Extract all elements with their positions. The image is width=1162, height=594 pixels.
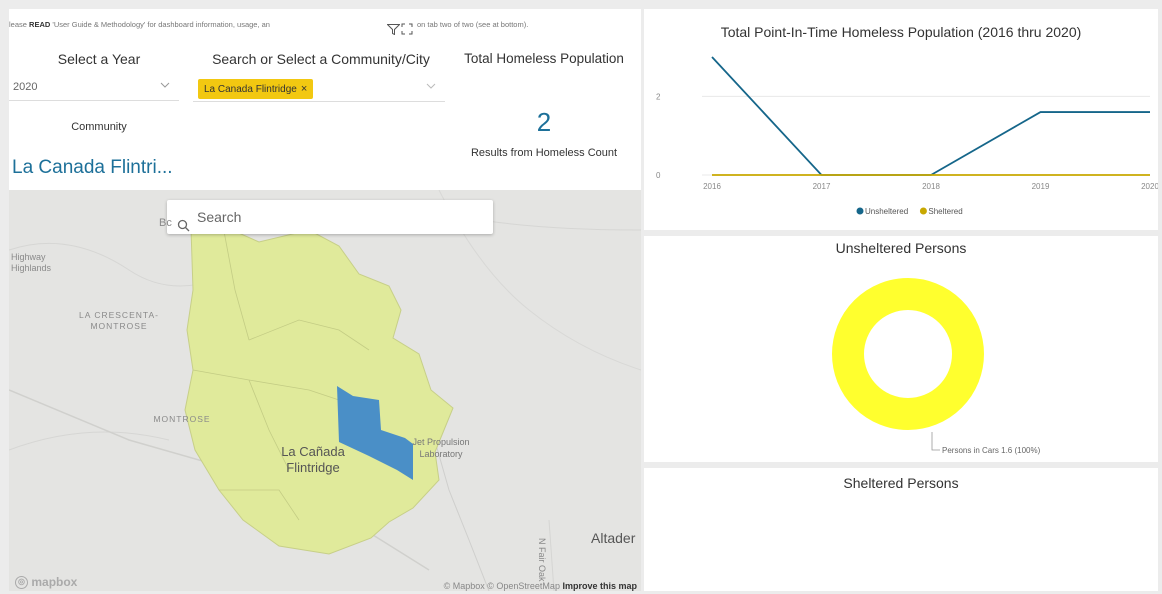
donut-slice[interactable] xyxy=(832,278,984,430)
community-slicer-title: Search or Select a Community/City xyxy=(212,51,430,67)
sheltered-chart-title: Sheltered Persons xyxy=(843,475,959,491)
legend-marker xyxy=(856,207,864,215)
chevron-down-icon xyxy=(159,79,171,94)
search-icon xyxy=(177,210,190,244)
x-tick-label: 2016 xyxy=(703,182,721,191)
x-tick-label: 2019 xyxy=(1032,182,1050,191)
mapbox-logo-text: mapbox xyxy=(31,574,78,589)
mapbox-logo[interactable]: ◎ mapbox xyxy=(15,575,77,589)
map-label-highway-highlands: Highway Highlands xyxy=(11,252,52,273)
total-card-caption: Results from Homeless Count xyxy=(470,147,618,159)
legend-label: Sheltered xyxy=(928,207,962,216)
selected-community-label: La Canada Flintridge xyxy=(204,84,297,95)
selected-community-tag[interactable]: La Canada Flintridge × xyxy=(198,79,314,99)
legend-marker xyxy=(919,207,927,215)
donut-chart-svg xyxy=(832,278,984,451)
map-label-altadena: Altader xyxy=(591,530,636,546)
legend-label: Unsheltered xyxy=(865,207,908,216)
community-card-label: Community xyxy=(71,121,127,133)
donut-leader-line xyxy=(931,432,940,451)
sheltered-chart-panel[interactable]: Sheltered Persons xyxy=(644,468,1158,591)
left-report-area: lease READ 'User Guide & Methodology' fo… xyxy=(9,9,641,591)
focus-mode-icon[interactable] xyxy=(401,19,413,39)
map-label-montrose: MONTROSE xyxy=(153,414,211,424)
map-label-city: La Cañada Flintridge xyxy=(281,444,345,475)
notice-bold: READ xyxy=(29,20,51,29)
year-slicer-title: Select a Year xyxy=(57,51,141,67)
map-search-placeholder: Search xyxy=(197,209,242,225)
map-visual[interactable]: Search Bc Highway Highlands LA CRESCENTA… xyxy=(9,190,641,591)
map-label-road: N Fair Oak xyxy=(537,538,547,582)
filter-icon[interactable] xyxy=(386,19,401,39)
donut-slice-label: Persons in Cars 1.6 (100%) xyxy=(942,446,1041,455)
map-label-jpl: Jet Propulsion Laboratory xyxy=(412,437,470,459)
map-attribution[interactable]: © Mapbox © OpenStreetMap Improve this ma… xyxy=(444,581,637,591)
line-chart-svg: 0 2 2016 2017 2018 2019 2020 Unsheltered Shelter… xyxy=(656,56,1158,216)
donut-chart-panel[interactable]: Unsheltered Persons Persons in Cars 1.6 … xyxy=(644,236,1158,462)
notice-prefix: lease xyxy=(9,20,27,29)
y-tick-label: 2 xyxy=(656,92,661,101)
notice-rest: on tab two of two (see at bottom). xyxy=(417,20,529,29)
x-tick-label: 2020 xyxy=(1141,182,1158,191)
map-label-la-crescenta: LA CRESCENTA- MONTROSE xyxy=(79,310,159,331)
year-dropdown[interactable]: 2020 xyxy=(9,75,179,101)
y-tick-label: 0 xyxy=(656,171,661,180)
community-boundary xyxy=(184,225,454,555)
usage-notice: lease READ 'User Guide & Methodology' fo… xyxy=(9,11,641,39)
x-tick-label: 2018 xyxy=(922,182,940,191)
chevron-down-icon xyxy=(425,80,437,95)
series-line[interactable] xyxy=(711,56,1150,176)
total-card-value: 2 xyxy=(536,107,552,137)
remove-tag-icon[interactable]: × xyxy=(301,83,307,95)
total-card-title: Total Homeless Population xyxy=(464,51,624,66)
improve-map-link[interactable]: Improve this map xyxy=(562,581,637,591)
year-value: 2020 xyxy=(13,81,38,93)
line-chart-panel[interactable]: Total Point-In-Time Homeless Population … xyxy=(644,9,1158,230)
map-base xyxy=(9,190,641,591)
notice-text: 'User Guide & Methodology' for dashboard… xyxy=(52,20,270,29)
map-search-box[interactable]: Search xyxy=(167,200,493,234)
community-card-value: La Canada Flintri... xyxy=(12,157,173,178)
attribution-text: © Mapbox © OpenStreetMap xyxy=(443,581,560,591)
map-label-partial: Bc xyxy=(159,217,172,229)
community-dropdown[interactable]: La Canada Flintridge × xyxy=(193,76,445,102)
x-tick-label: 2017 xyxy=(813,182,831,191)
